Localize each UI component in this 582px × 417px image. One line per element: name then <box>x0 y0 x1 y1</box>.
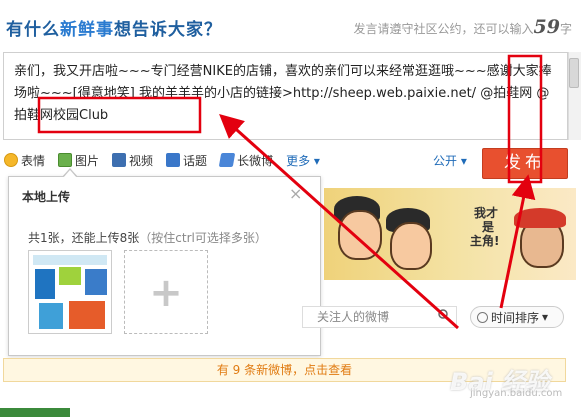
highlight-box-club <box>37 96 202 134</box>
highlight-box-paixie <box>507 54 543 184</box>
annotation-overlay <box>37 54 543 330</box>
annotation-arrow <box>219 113 460 330</box>
annotation-arrow <box>499 174 536 309</box>
